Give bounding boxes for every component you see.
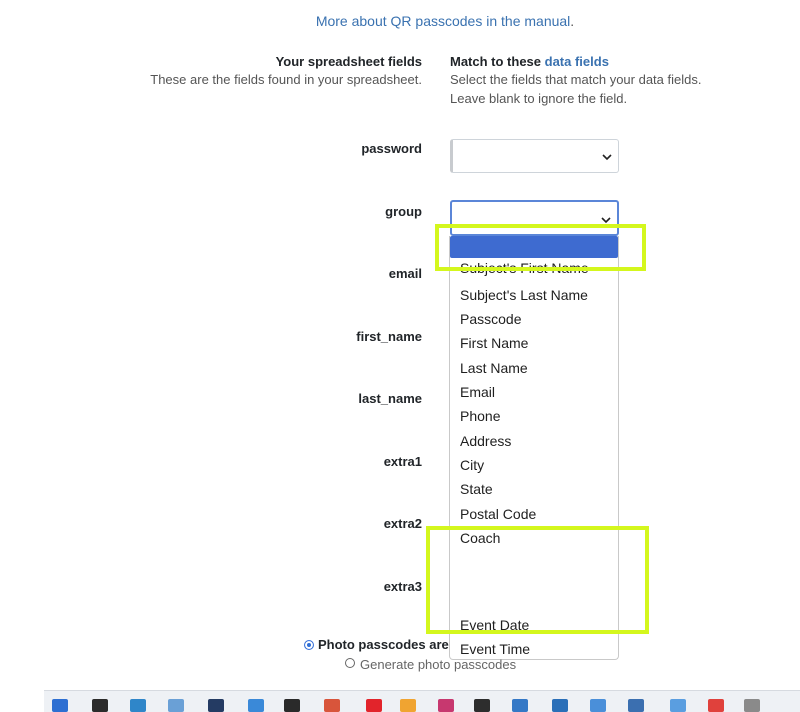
field-label-first-name: first_name [356, 329, 422, 344]
data-fields-subtitle-1: Select the fields that match your data f… [450, 72, 702, 87]
generate-photo-passcodes-radio[interactable] [345, 658, 355, 668]
photo-passcodes-label: Photo passcodes are [318, 637, 449, 652]
data-fields-subtitle-2: Leave blank to ignore the field. [450, 91, 628, 106]
dropdown-option[interactable]: Last Name [460, 360, 528, 376]
dropdown-option[interactable]: Postal Code [460, 506, 536, 522]
data-fields-header: Match to these data fields Select the fi… [450, 54, 701, 108]
dropdown-option[interactable]: Address [460, 433, 511, 449]
app-icon[interactable] [248, 699, 264, 712]
spreadsheet-fields-header: Your spreadsheet fields These are the fi… [150, 54, 422, 89]
data-fields-title-prefix: Match to these [450, 54, 545, 69]
app-icon[interactable] [324, 699, 340, 712]
manual-link[interactable]: More about QR passcodes in the manual [316, 13, 570, 29]
dropdown-option[interactable]: City [460, 457, 484, 473]
field-label-extra3: extra3 [383, 579, 422, 594]
app-icon[interactable] [92, 699, 108, 712]
manual-link-line: More about QR passcodes in the manual. [0, 13, 800, 29]
app-icon[interactable] [552, 699, 568, 712]
spreadsheet-fields-subtitle: These are the fields found in your sprea… [150, 72, 422, 87]
field-label-email: email [388, 266, 422, 281]
field-label-group: group [385, 204, 422, 219]
annotation-box-bottom [426, 526, 649, 634]
annotation-box-top [435, 224, 646, 271]
dropdown-option[interactable]: Passcode [460, 311, 521, 327]
app-icon[interactable] [284, 699, 300, 712]
dropdown-option[interactable]: First Name [460, 335, 528, 351]
app-icon[interactable] [670, 699, 686, 712]
app-icon[interactable] [130, 699, 146, 712]
field-label-password: password [361, 141, 422, 156]
manual-link-suffix: . [570, 13, 575, 29]
dropdown-option[interactable]: Event Time [460, 641, 530, 657]
password-select[interactable] [450, 139, 619, 173]
app-icon[interactable] [512, 699, 528, 712]
app-icon[interactable] [590, 699, 606, 712]
app-icon[interactable] [168, 699, 184, 712]
app-icon[interactable] [474, 699, 490, 712]
data-fields-title: Match to these data fields [450, 54, 701, 69]
dropdown-option[interactable]: State [460, 481, 493, 497]
field-label-extra2: extra2 [383, 516, 422, 531]
app-icon[interactable] [366, 699, 382, 712]
app-icon[interactable] [708, 699, 724, 712]
app-icon[interactable] [628, 699, 644, 712]
dropdown-option[interactable]: Email [460, 384, 495, 400]
generate-photo-passcodes-label: Generate photo passcodes [360, 657, 517, 672]
photo-passcodes-radio[interactable] [304, 640, 314, 650]
app-icon[interactable] [744, 699, 760, 712]
app-icon[interactable] [438, 699, 454, 712]
field-label-extra1: extra1 [383, 454, 422, 469]
dropdown-option[interactable]: Phone [460, 408, 500, 424]
app-icon[interactable] [208, 699, 224, 712]
app-icon[interactable] [400, 699, 416, 712]
field-label-last-name: last_name [358, 391, 422, 406]
start-icon[interactable] [52, 699, 68, 712]
chevron-down-icon [602, 154, 612, 161]
spreadsheet-fields-title: Your spreadsheet fields [275, 54, 422, 69]
taskbar [44, 690, 800, 712]
dropdown-option[interactable]: Subject's Last Name [460, 287, 588, 303]
data-fields-link[interactable]: data fields [545, 54, 609, 69]
